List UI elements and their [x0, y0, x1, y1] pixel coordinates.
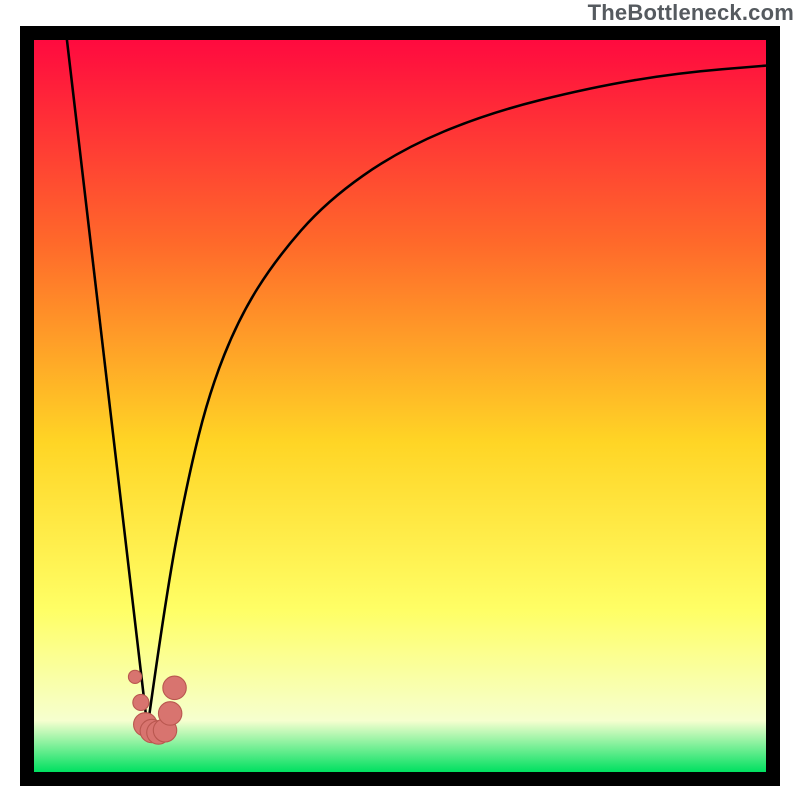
- curve-left-branch: [67, 40, 148, 728]
- curve-right-branch: [147, 66, 766, 728]
- optimal-marker: [128, 670, 141, 683]
- optimal-marker: [158, 702, 181, 725]
- optimal-marker: [133, 694, 149, 710]
- curve-group: [67, 40, 766, 728]
- plot-area: [34, 40, 766, 772]
- marker-group: [128, 670, 186, 744]
- curve-layer: [34, 40, 766, 772]
- optimal-marker: [163, 676, 186, 699]
- watermark-text: TheBottleneck.com: [588, 0, 794, 26]
- chart-stage: TheBottleneck.com: [0, 0, 800, 800]
- chart-frame: [20, 26, 780, 786]
